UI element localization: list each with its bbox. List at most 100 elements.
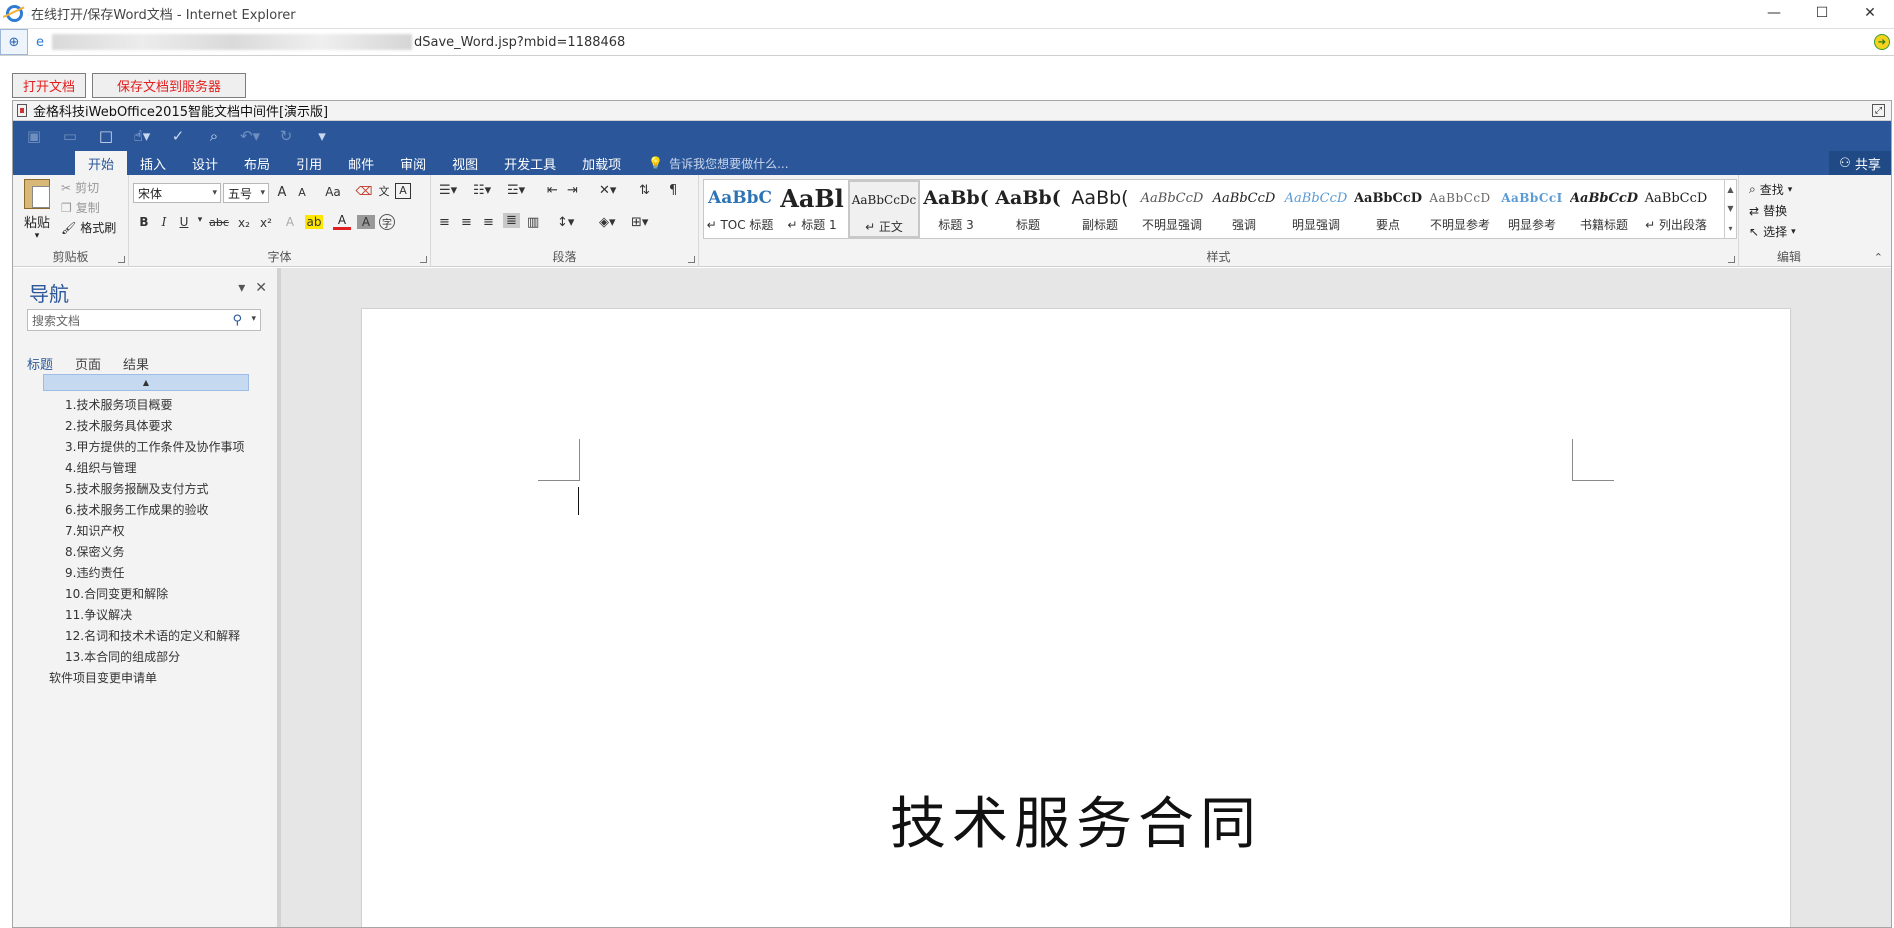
tab-developer[interactable]: 开发工具 [491, 151, 569, 175]
replace-button[interactable]: ⇄ 替换 [1749, 202, 1787, 219]
spelling-icon[interactable]: ✓ [167, 127, 189, 145]
share-button[interactable]: ⚇ 共享 [1829, 151, 1891, 175]
line-spacing-icon[interactable]: ↕▾ [557, 215, 574, 230]
style-strong[interactable]: AaBbCcD 要点 [1352, 180, 1424, 238]
nav-tab-headings[interactable]: 标题 [27, 354, 53, 373]
nav-heading-item[interactable]: 11.争议解决 [13, 605, 277, 626]
font-name-select[interactable]: 宋体 [133, 183, 221, 203]
add-tab-icon[interactable]: ⊕ [0, 29, 28, 55]
shading-icon[interactable]: ◈▾ [599, 215, 616, 230]
tab-home[interactable]: 开始 [75, 151, 128, 175]
styles-up-icon[interactable]: ▲ [1727, 185, 1733, 194]
find-button[interactable]: ⌕ 查找 ▾ [1749, 181, 1792, 198]
phonetic-guide-icon[interactable]: 文 [375, 183, 393, 199]
paragraph-launcher-icon[interactable] [688, 256, 695, 263]
style-book-title[interactable]: AaBbCcD 书籍标题 [1568, 180, 1640, 238]
char-shading-icon[interactable]: A [357, 215, 375, 229]
align-center-icon[interactable]: ≡ [461, 215, 472, 230]
redo-icon[interactable]: ↻ [275, 127, 297, 145]
font-size-select[interactable]: 五号 [223, 183, 269, 203]
styles-more-icon[interactable]: ▾ [1728, 224, 1732, 233]
nav-heading-item[interactable]: 4.组织与管理 [13, 458, 277, 479]
nav-heading-item[interactable]: 1.技术服务项目概要 [13, 395, 277, 416]
tab-review[interactable]: 审阅 [387, 151, 439, 175]
highlight-icon[interactable]: ab [305, 215, 323, 229]
char-border-icon[interactable]: A [395, 183, 411, 199]
shrink-font-button[interactable]: A [293, 186, 311, 199]
nav-heading-item[interactable]: 7.知识产权 [13, 521, 277, 542]
tab-layout[interactable]: 布局 [231, 151, 283, 175]
collapse-headings-bar[interactable]: ▲ [43, 374, 249, 391]
styles-launcher-icon[interactable] [1728, 256, 1735, 263]
open-folder-icon[interactable]: ▭ [59, 127, 81, 145]
style-subtle-reference[interactable]: AaBbCcD 不明显参考 [1424, 180, 1496, 238]
style-intense-emphasis[interactable]: AaBbCcD 明显强调 [1280, 180, 1352, 238]
nav-search-input[interactable]: 搜索文档 ⚲ ▾ [27, 309, 261, 331]
bold-button[interactable]: B [135, 215, 153, 229]
italic-button[interactable]: I [155, 215, 173, 229]
style-subtitle[interactable]: AaBb( 副标题 [1064, 180, 1136, 238]
style-subtle-emphasis[interactable]: AaBbCcD 不明显强调 [1136, 180, 1208, 238]
bullets-icon[interactable]: ☰▾ [439, 183, 457, 198]
numbering-icon[interactable]: ☷▾ [473, 183, 491, 198]
nav-heading-item[interactable]: 12.名词和技术术语的定义和解释 [13, 626, 277, 647]
grow-font-button[interactable]: A [273, 185, 291, 200]
tab-view[interactable]: 视图 [439, 151, 491, 175]
tab-addins[interactable]: 加载项 [569, 151, 634, 175]
document-page[interactable]: 技术服务合同 [361, 308, 1791, 927]
change-case-button[interactable]: Aa [319, 185, 347, 199]
close-button[interactable]: ✕ [1846, 0, 1894, 26]
nav-heading-item[interactable]: 9.违约责任 [13, 563, 277, 584]
tab-references[interactable]: 引用 [283, 151, 335, 175]
style-heading-1[interactable]: AaBl ↵ 标题 1 [776, 180, 848, 238]
save-to-server-button[interactable]: 保存文档到服务器 [92, 73, 246, 98]
nav-heading-item[interactable]: 13.本合同的组成部分 [13, 647, 277, 668]
styles-scrollbar[interactable]: ▲ ▼ ▾ [1724, 180, 1736, 238]
format-painter-button[interactable]: 🖌 格式刷 [61, 219, 116, 236]
styles-down-icon[interactable]: ▼ [1727, 204, 1733, 213]
style-intense-reference[interactable]: AaBbCcI 明显参考 [1496, 180, 1568, 238]
search-dropdown-icon[interactable]: ▾ [251, 314, 256, 324]
touch-mode-icon[interactable]: ☝▾ [131, 127, 153, 145]
nav-close-icon[interactable]: ✕ [255, 280, 267, 296]
paste-button[interactable]: 粘贴 ▾ [19, 179, 55, 241]
decrease-indent-icon[interactable]: ⇤ [547, 183, 558, 198]
open-document-button[interactable]: 打开文档 [12, 73, 86, 98]
font-color-icon[interactable]: A [333, 213, 351, 230]
clipboard-launcher-icon[interactable] [118, 256, 125, 263]
search-icon[interactable]: ⚲ [232, 313, 242, 328]
style-title[interactable]: AaBb( 标题 [992, 180, 1064, 238]
collapse-ribbon-icon[interactable]: ⌃ [1874, 251, 1883, 264]
align-left-icon[interactable]: ≡ [439, 215, 450, 230]
tab-mailings[interactable]: 邮件 [335, 151, 387, 175]
nav-heading-item[interactable]: 软件项目变更申请单 [13, 668, 277, 689]
superscript-button[interactable]: x² [257, 216, 275, 230]
nav-heading-item[interactable]: 5.技术服务报酬及支付方式 [13, 479, 277, 500]
nav-heading-item[interactable]: 8.保密义务 [13, 542, 277, 563]
nav-heading-item[interactable]: 6.技术服务工作成果的验收 [13, 500, 277, 521]
url-field[interactable]: e dSave_Word.jsp?mbid=1188468 ➜ [34, 31, 1894, 53]
borders-icon[interactable]: ⊞▾ [631, 215, 648, 230]
nav-heading-item[interactable]: 2.技术服务具体要求 [13, 416, 277, 437]
tab-design[interactable]: 设计 [179, 151, 231, 175]
save-icon[interactable]: ▣ [23, 127, 45, 145]
style-normal[interactable]: AaBbCcDc ↵ 正文 [848, 180, 920, 238]
tell-me-box[interactable]: 💡 告诉我您想要做什么... [648, 151, 788, 175]
copy-button[interactable]: ❐ 复制 [61, 199, 100, 216]
cut-button[interactable]: ✂ 剪切 [61, 179, 99, 196]
show-marks-icon[interactable]: ¶ [669, 183, 677, 198]
undo-icon[interactable]: ↶▾ [239, 127, 261, 145]
sort-icon[interactable]: ⇅ [639, 183, 650, 198]
print-preview-icon[interactable]: ⌕ [203, 127, 225, 145]
increase-indent-icon[interactable]: ⇥ [567, 183, 578, 198]
customize-qat-icon[interactable]: ▾ [311, 127, 333, 145]
nav-options-icon[interactable]: ▾ [238, 280, 245, 296]
align-right-icon[interactable]: ≡ [483, 215, 494, 230]
strikethrough-button[interactable]: abc [207, 216, 231, 229]
nav-tab-pages[interactable]: 页面 [75, 354, 101, 373]
style-emphasis[interactable]: AaBbCcD 强调 [1208, 180, 1280, 238]
distributed-icon[interactable]: ▥ [527, 215, 539, 230]
style-heading-3[interactable]: AaBb( 标题 3 [920, 180, 992, 238]
multilevel-list-icon[interactable]: ☲▾ [507, 183, 525, 198]
nav-heading-item[interactable]: 10.合同变更和解除 [13, 584, 277, 605]
